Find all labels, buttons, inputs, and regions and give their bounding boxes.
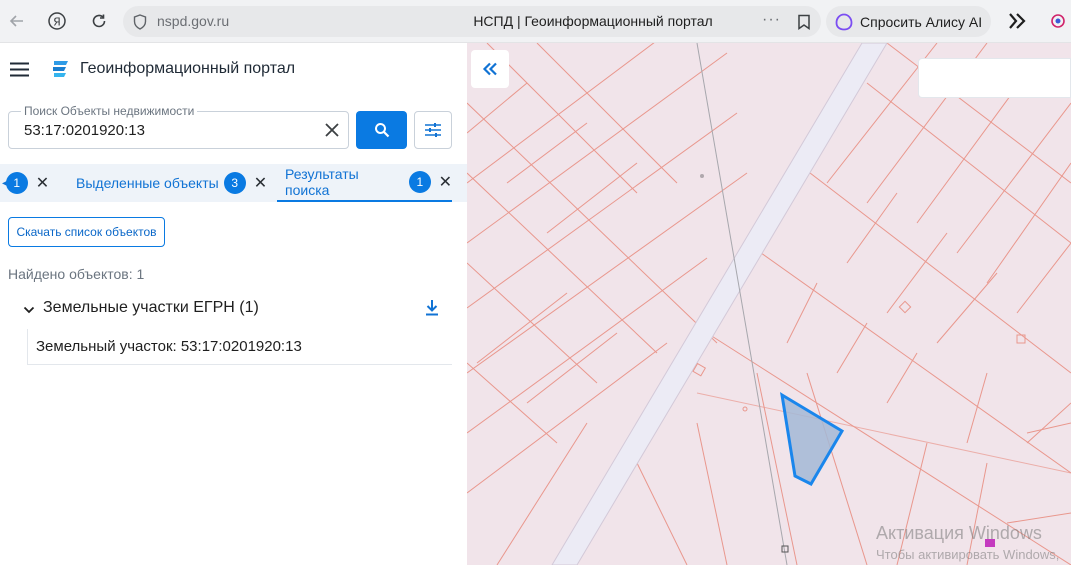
group-label: Земельные участки ЕГРН (1) (43, 299, 259, 316)
map-tools-panel[interactable] (918, 58, 1071, 98)
shield-icon (133, 14, 147, 30)
tab-badge: 1 (409, 171, 431, 193)
result-item-label: Земельный участок: 53:17:0201920:13 (36, 338, 302, 355)
logo-icon (53, 61, 68, 77)
filter-button[interactable] (414, 111, 452, 149)
activation-watermark-subtitle: Чтобы активировать Windows, (876, 547, 1060, 562)
address-bar[interactable]: nspd.gov.ru НСПД | Геоинформационный пор… (123, 6, 821, 37)
search-button[interactable] (356, 111, 407, 149)
list-item[interactable]: Земельный участок: 53:17:0201920:13 (27, 329, 452, 365)
road (551, 43, 888, 565)
close-icon[interactable] (322, 120, 342, 140)
back-button[interactable] (4, 8, 30, 34)
chevron-down-icon[interactable] (23, 306, 35, 314)
side-panel: Геоинформационный портал Поиск Объекты н… (0, 43, 467, 565)
url-text: nspd.gov.ru (157, 13, 230, 29)
close-icon[interactable]: ✕ (254, 173, 267, 193)
collapse-panel-button[interactable] (471, 50, 509, 88)
search-input[interactable]: Поиск Объекты недвижимости 53:17:0201920… (8, 104, 349, 149)
close-icon[interactable]: ✕ (36, 173, 49, 193)
profile-icon (1051, 14, 1065, 28)
tabs-bar: ◀ 1 ✕ Выделенные объекты 3 ✕ Результаты … (0, 164, 467, 202)
download-list-button[interactable]: Скачать список объектов (8, 217, 165, 247)
profile-button[interactable] (1045, 8, 1071, 34)
alice-icon (835, 13, 853, 30)
tab-label: Выделенные объекты (76, 175, 219, 191)
tab-badge: 1 (5, 172, 28, 194)
tab-search-results[interactable]: Результаты поиска 1 ✕ (277, 164, 452, 202)
ask-alice-label: Спросить Алису AI (860, 13, 983, 30)
extension-icon (1009, 13, 1026, 29)
download-icon[interactable] (424, 299, 440, 317)
menu-icon[interactable] (10, 62, 29, 77)
reload-icon (92, 14, 106, 28)
extension-button[interactable] (1004, 8, 1030, 34)
portal-title: Геоинформационный портал (80, 60, 296, 77)
activation-watermark-title: Активация Windows (876, 523, 1042, 543)
back-arrow-icon (9, 15, 23, 27)
selected-parcel[interactable] (780, 392, 845, 486)
browser-toolbar: Я nspd.gov.ru НСПД | Геоинформационный п… (0, 0, 1071, 43)
result-group[interactable]: Земельные участки ЕГРН (1) (20, 299, 450, 321)
reload-button[interactable] (86, 8, 112, 34)
more-icon[interactable]: ··· (762, 11, 781, 29)
double-chevron-left-icon (482, 62, 497, 76)
parcel-grid (467, 43, 1071, 565)
map-view[interactable] (467, 43, 1071, 565)
filter-icon (425, 123, 441, 137)
tab-badge: 3 (223, 172, 246, 194)
search-value: 53:17:0201920:13 (24, 122, 145, 139)
map-marker (742, 406, 748, 412)
bookmark-icon[interactable] (797, 14, 811, 30)
app-header: Геоинформационный портал (0, 43, 467, 97)
tab-label: Результаты поиска (285, 166, 359, 198)
yandex-button[interactable]: Я (44, 8, 70, 34)
yandex-icon: Я (48, 12, 66, 30)
search-label: Поиск Объекты недвижимости (21, 104, 198, 118)
map-marker (700, 174, 704, 178)
close-icon[interactable]: ✕ (439, 172, 452, 192)
search-icon (374, 123, 389, 138)
map-canvas[interactable] (467, 43, 1071, 565)
tab-previous[interactable]: ◀ 1 ✕ (0, 164, 49, 202)
found-count: Найдено объектов: 1 (8, 266, 145, 282)
ask-alice-button[interactable]: Спросить Алису AI (826, 6, 991, 37)
map-marker (898, 300, 912, 314)
svg-text:Я: Я (53, 16, 61, 29)
tab-selected-objects[interactable]: Выделенные объекты 3 ✕ (76, 164, 267, 202)
